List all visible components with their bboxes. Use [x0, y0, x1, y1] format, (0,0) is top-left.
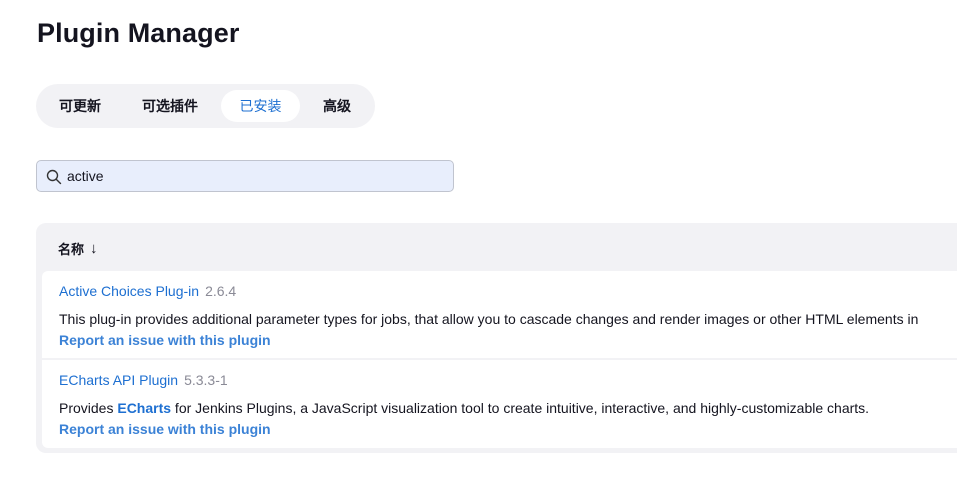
page-title: Plugin Manager: [37, 18, 240, 48]
plugins-table: 名称 ↓ Active Choices Plug-in 2.6.4 This pl…: [36, 223, 957, 453]
plugin-description: Provides ECharts for Jenkins Plugins, a …: [59, 400, 869, 416]
arrow-down-icon: ↓: [90, 240, 98, 257]
plugin-title-line: ECharts API Plugin 5.3.3-1: [59, 372, 228, 388]
plugin-description-text: for Jenkins Plugins, a JavaScript visual…: [171, 400, 870, 416]
tab-installed[interactable]: 已安装: [221, 90, 300, 122]
tab-updates[interactable]: 可更新: [48, 90, 112, 122]
column-header-label: 名称: [58, 242, 85, 257]
search-icon: [46, 169, 62, 185]
search-input[interactable]: [67, 161, 447, 190]
plugin-title-line: Active Choices Plug-in 2.6.4: [59, 283, 236, 299]
report-issue-link[interactable]: Report an issue with this plugin: [59, 421, 271, 437]
search-box: [36, 160, 454, 192]
report-issue-link[interactable]: Report an issue with this plugin: [59, 332, 271, 348]
plugin-name-link[interactable]: ECharts API Plugin: [59, 372, 178, 388]
table-row: ECharts API Plugin 5.3.3-1 Provides EChar…: [42, 360, 957, 448]
plugin-version: 2.6.4: [205, 283, 237, 299]
echarts-link[interactable]: ECharts: [117, 400, 171, 416]
plugin-version: 5.3.3-1: [184, 372, 228, 388]
plugin-description-text: This plug-in provides additional paramet…: [59, 311, 919, 327]
tab-advanced[interactable]: 高级: [312, 90, 362, 122]
plugin-description-text: Provides: [59, 400, 118, 416]
tab-available[interactable]: 可选插件: [132, 90, 208, 122]
column-header-name[interactable]: 名称 ↓: [58, 239, 98, 258]
tab-bar: 可更新 可选插件 已安装 高级: [36, 84, 375, 128]
plugin-name-link[interactable]: Active Choices Plug-in: [59, 283, 199, 299]
table-row: Active Choices Plug-in 2.6.4 This plug-in…: [42, 271, 957, 358]
plugin-description: This plug-in provides additional paramet…: [59, 311, 918, 327]
